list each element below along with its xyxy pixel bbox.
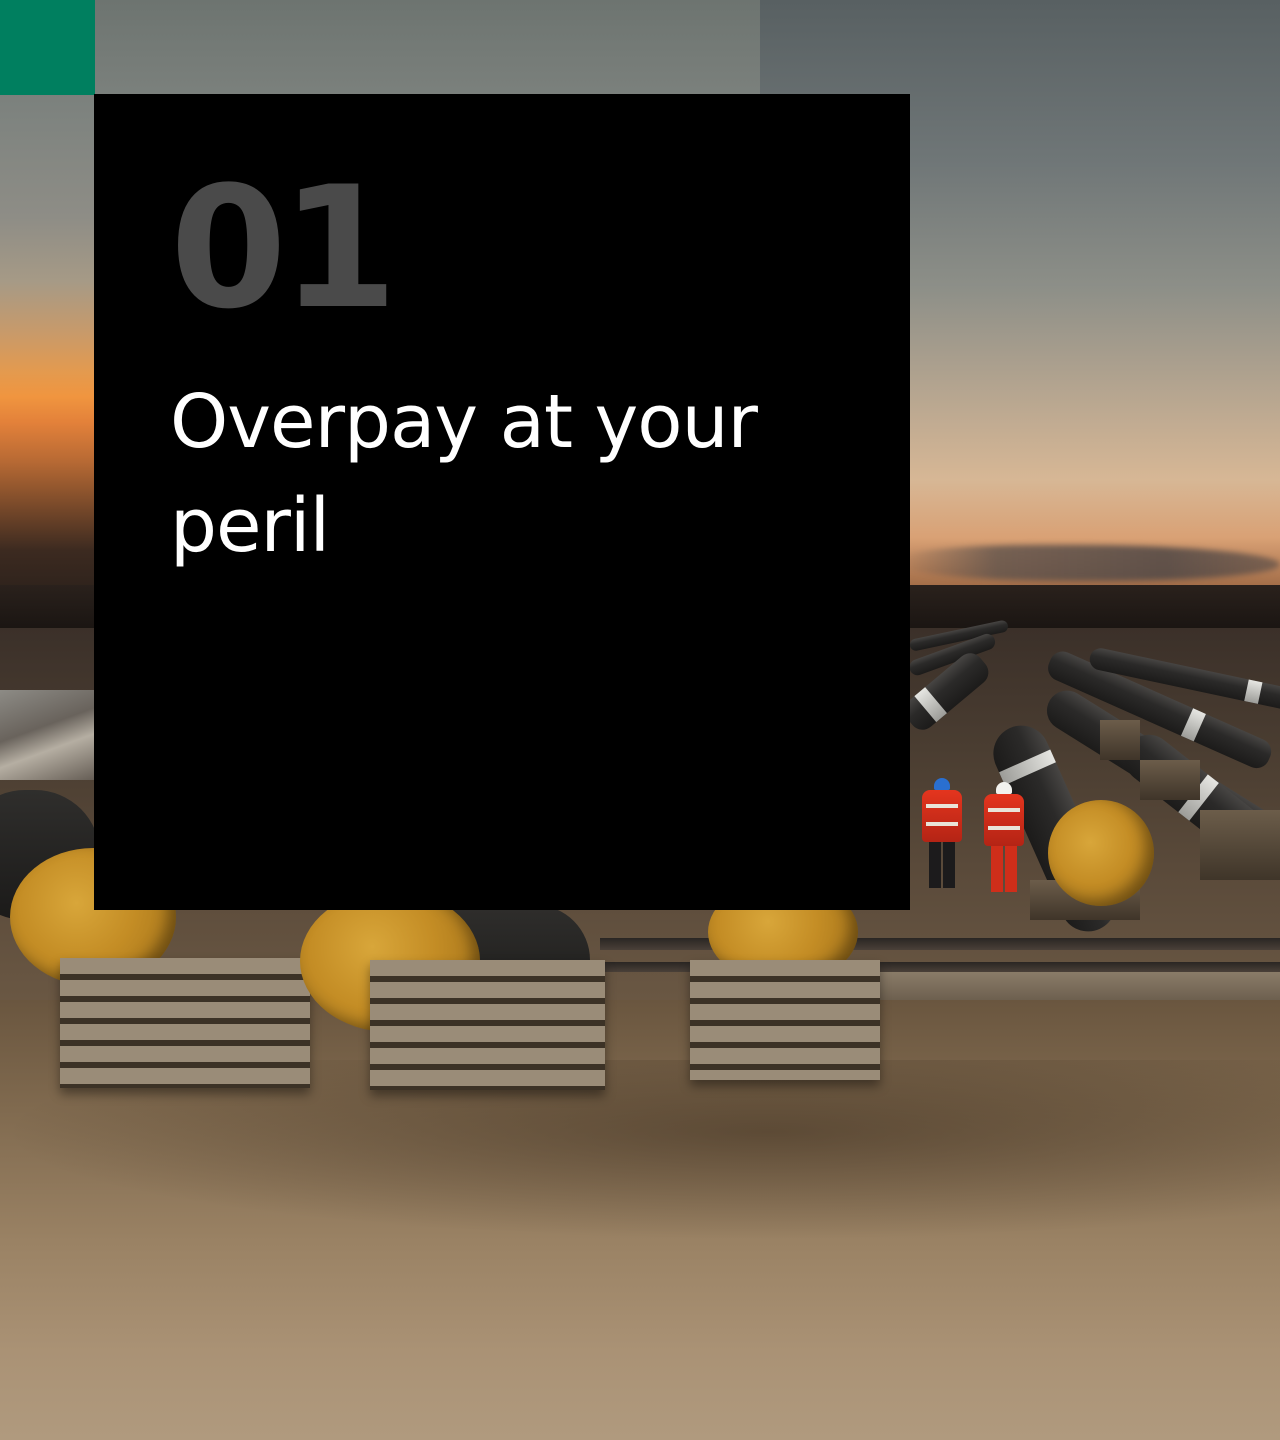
- pipe-band: [999, 749, 1056, 786]
- hi-vis-jacket: [922, 790, 962, 842]
- worker-figure: [984, 782, 1024, 892]
- section-title: Overpay at your peril: [170, 379, 758, 569]
- pipe-band: [914, 687, 947, 723]
- hard-hat: [996, 782, 1012, 794]
- cover-page: 01 Overpay at your peril: [0, 0, 1280, 1440]
- hi-vis-jacket: [984, 794, 1024, 846]
- trestle: [1100, 720, 1140, 760]
- wooden-pallet: [60, 958, 310, 1088]
- section-number: 01: [170, 150, 398, 346]
- worker-legs: [991, 846, 1017, 892]
- title-panel: 01 Overpay at your peril: [94, 94, 910, 910]
- pipe-end-cap: [1048, 800, 1154, 906]
- hard-hat: [934, 778, 950, 790]
- worker-legs: [929, 842, 955, 888]
- wooden-pallet: [690, 960, 880, 1080]
- wooden-pallet: [370, 960, 605, 1090]
- concrete-slab: [860, 972, 1280, 1000]
- pipe-band: [1180, 708, 1206, 742]
- cloud-band: [900, 545, 1280, 581]
- rail: [600, 938, 1280, 950]
- accent-square: [0, 0, 95, 95]
- trestle: [1140, 760, 1200, 800]
- pipe-band: [1244, 679, 1263, 704]
- trestle: [1200, 810, 1280, 880]
- worker-figure: [922, 778, 962, 888]
